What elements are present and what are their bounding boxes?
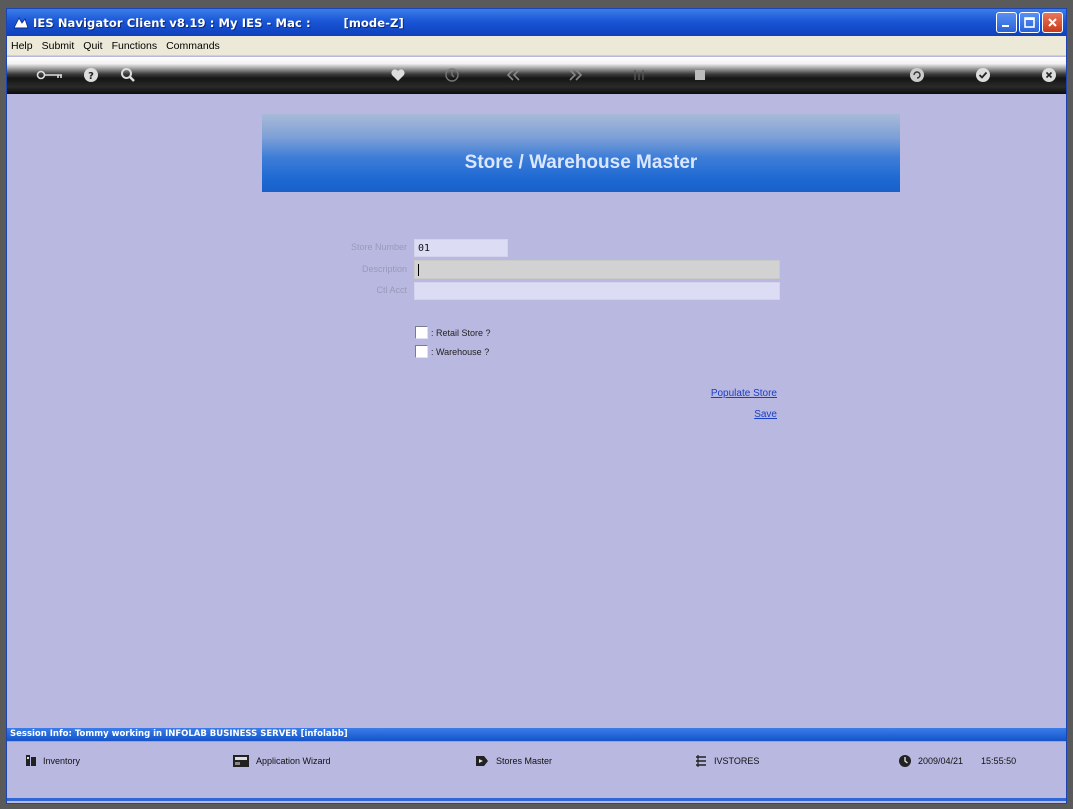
text-cursor bbox=[418, 264, 419, 276]
main-content: Store / Warehouse Master Store Number 01… bbox=[7, 94, 1066, 734]
screen-item[interactable]: Stores Master bbox=[474, 754, 552, 768]
store-number-field[interactable]: 01 bbox=[414, 239, 508, 257]
inventory-icon bbox=[26, 755, 36, 766]
screen-label: Stores Master bbox=[496, 756, 553, 766]
tools-icon[interactable] bbox=[627, 64, 651, 86]
status-bar: Inventory Application Wizard Stores Mast… bbox=[7, 741, 1066, 803]
time-label: 15:55:50 bbox=[981, 756, 1017, 766]
table-label: IVSTORES bbox=[714, 756, 760, 766]
fast-forward-icon[interactable] bbox=[564, 64, 588, 86]
menu-bar: Help Submit Quit Functions Commands bbox=[7, 36, 1066, 56]
rewind-icon[interactable] bbox=[501, 64, 525, 86]
retail-store-label: : Retail Store ? bbox=[431, 327, 491, 338]
menu-help[interactable]: Help bbox=[11, 40, 33, 52]
module-item[interactable]: Inventory bbox=[25, 754, 80, 767]
warehouse-checkbox[interactable] bbox=[415, 345, 428, 358]
stop-icon[interactable] bbox=[688, 64, 712, 86]
toolbar: ? bbox=[7, 57, 1066, 94]
maximize-button[interactable] bbox=[1019, 12, 1040, 33]
svg-text:?: ? bbox=[88, 71, 94, 82]
menu-commands[interactable]: Commands bbox=[166, 40, 220, 52]
app-window: IES Navigator Client v8.19 : My IES - Ma… bbox=[6, 8, 1067, 804]
application-wizard-icon bbox=[233, 755, 249, 767]
check-icon[interactable] bbox=[971, 64, 995, 86]
wizard-item[interactable]: Application Wizard bbox=[232, 754, 331, 768]
retail-store-checkbox[interactable] bbox=[415, 326, 428, 339]
table-icon bbox=[696, 755, 706, 767]
menu-functions[interactable]: Functions bbox=[112, 40, 158, 52]
page-title: Store / Warehouse Master bbox=[262, 114, 900, 192]
date-label: 2009/04/21 bbox=[918, 756, 964, 766]
menu-submit[interactable]: Submit bbox=[42, 40, 75, 52]
retail-store-row: : Retail Store ? bbox=[415, 326, 491, 339]
warehouse-label: : Warehouse ? bbox=[431, 346, 490, 357]
bottom-divider bbox=[7, 798, 1066, 801]
key-icon[interactable] bbox=[35, 64, 65, 86]
app-logo-icon bbox=[13, 16, 29, 28]
minimize-button[interactable] bbox=[996, 12, 1017, 33]
table-item[interactable]: IVSTORES bbox=[694, 754, 759, 768]
description-field[interactable] bbox=[414, 260, 780, 279]
clock-icon[interactable] bbox=[440, 64, 464, 86]
wizard-label: Application Wizard bbox=[256, 756, 331, 766]
close-icon[interactable] bbox=[1037, 64, 1061, 86]
search-icon[interactable] bbox=[116, 64, 140, 86]
store-number-label: Store Number bbox=[350, 242, 407, 252]
help-icon[interactable]: ? bbox=[79, 64, 103, 86]
populate-store-link[interactable]: Populate Store bbox=[647, 388, 777, 399]
refresh-icon[interactable] bbox=[905, 64, 929, 86]
datetime-item: 2009/04/21 15:55:50 bbox=[898, 754, 1016, 768]
module-label: Inventory bbox=[43, 755, 81, 766]
session-info: Session Info: Tommy working in INFOLAB B… bbox=[7, 728, 1066, 741]
title-bar: IES Navigator Client v8.19 : My IES - Ma… bbox=[7, 9, 1066, 36]
clock-icon bbox=[899, 755, 911, 767]
description-label: Description bbox=[361, 264, 407, 274]
stores-master-icon bbox=[476, 756, 488, 766]
warehouse-row: : Warehouse ? bbox=[415, 345, 489, 358]
ctl-acct-label: Ctl Acct bbox=[376, 285, 407, 295]
heart-icon[interactable] bbox=[386, 64, 410, 86]
ctl-acct-field[interactable] bbox=[414, 282, 780, 300]
close-window-button[interactable] bbox=[1042, 12, 1063, 33]
save-link[interactable]: Save bbox=[647, 409, 777, 420]
window-title: IES Navigator Client v8.19 : My IES - Ma… bbox=[33, 15, 404, 30]
menu-quit[interactable]: Quit bbox=[83, 40, 102, 52]
